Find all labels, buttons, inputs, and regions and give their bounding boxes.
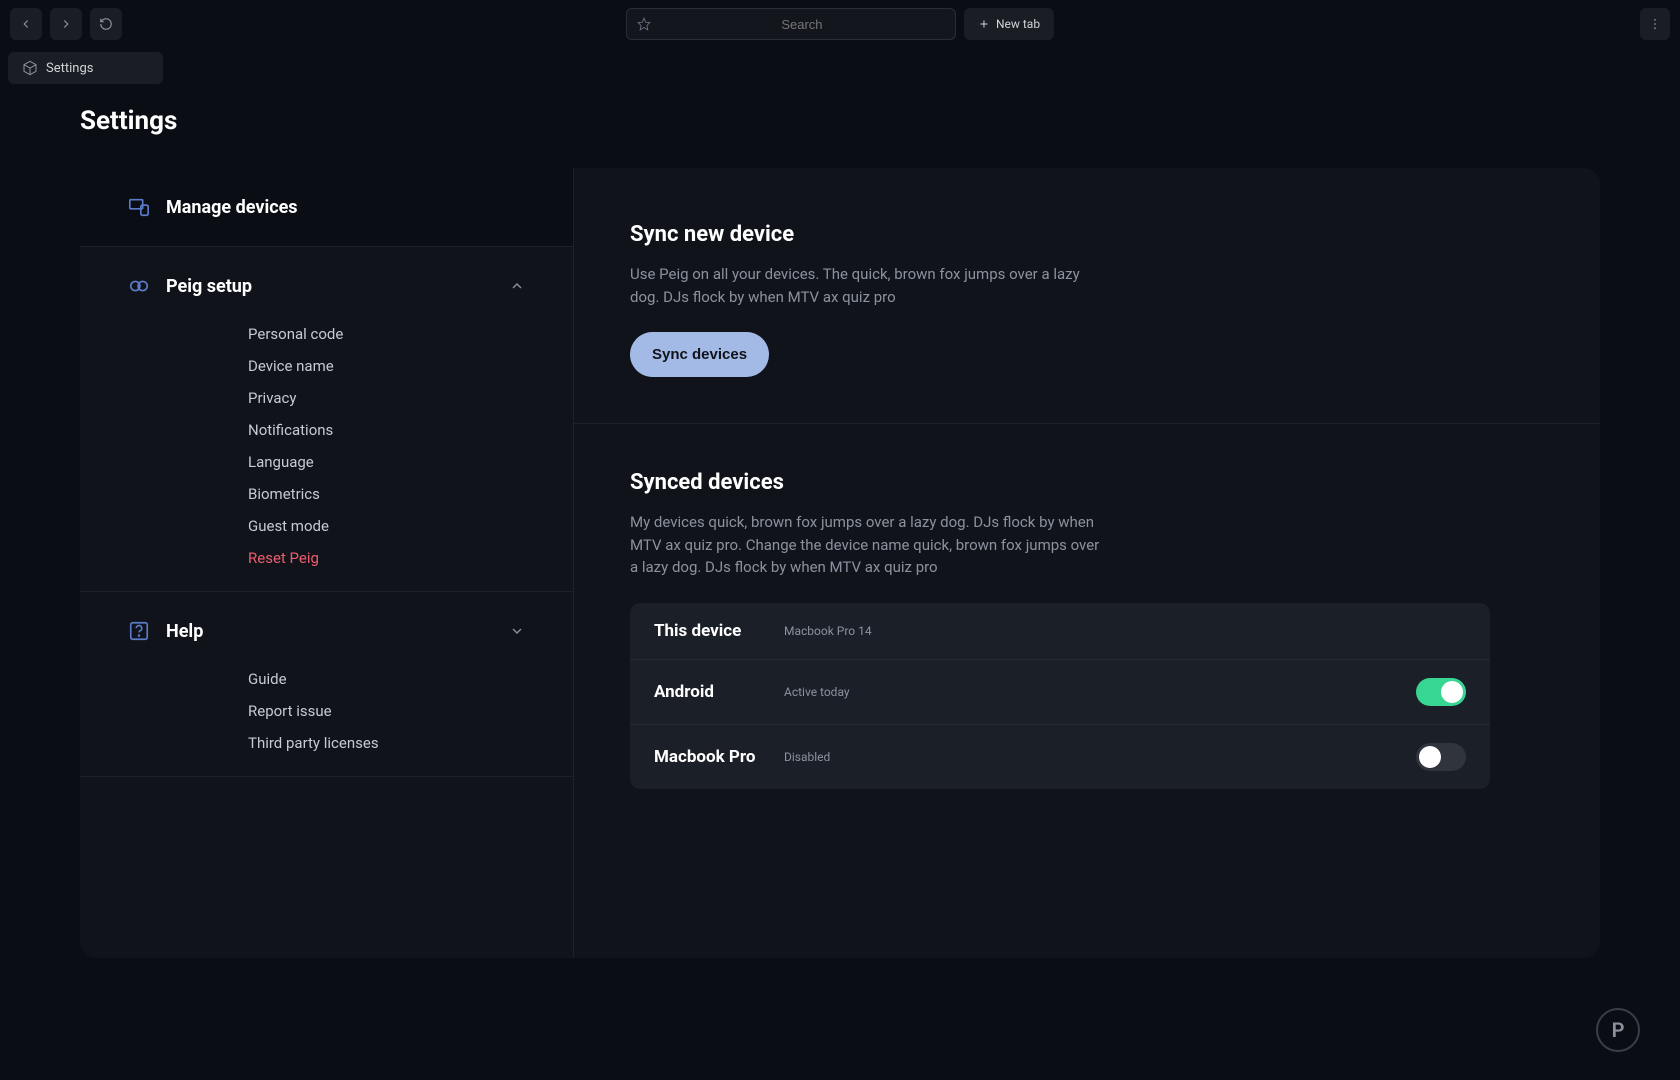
more-vertical-icon (1648, 17, 1662, 31)
sidebar-item-peig-setup[interactable]: Peig setup (80, 247, 573, 325)
device-toggle-macbook[interactable] (1416, 743, 1466, 771)
device-row-this: This device Macbook Pro 14 (630, 603, 1490, 660)
help-icon (128, 620, 150, 642)
plus-icon (978, 18, 990, 30)
toggle-knob (1441, 681, 1463, 703)
fab-button[interactable]: P (1596, 1008, 1640, 1052)
device-name: Macbook Pro (654, 747, 784, 767)
chevron-right-icon (59, 17, 73, 31)
device-row-macbook-pro: Macbook Pro Disabled (630, 725, 1490, 789)
forward-button[interactable] (50, 8, 82, 40)
chevron-up-icon (509, 278, 525, 294)
page-title: Settings (80, 106, 1600, 136)
link-icon (128, 275, 150, 297)
sidebar-subitem-guide[interactable]: Guide (248, 670, 525, 688)
star-icon (637, 17, 651, 31)
sync-new-description: Use Peig on all your devices. The quick,… (630, 263, 1110, 308)
sidebar-subitem-notifications[interactable]: Notifications (248, 421, 525, 439)
search-input[interactable] (659, 17, 945, 32)
tab-settings[interactable]: Settings (8, 52, 163, 84)
toggle-knob (1419, 746, 1441, 768)
synced-devices-description: My devices quick, brown fox jumps over a… (630, 511, 1110, 579)
back-button[interactable] (10, 8, 42, 40)
sidebar-subitem-personal-code[interactable]: Personal code (248, 325, 525, 343)
chevron-down-icon (509, 623, 525, 639)
device-name: Android (654, 682, 784, 702)
sidebar-item-label: Peig setup (166, 276, 493, 297)
device-list: This device Macbook Pro 14 Android Activ… (630, 603, 1490, 789)
reload-button[interactable] (90, 8, 122, 40)
sidebar-subitem-language[interactable]: Language (248, 453, 525, 471)
search-box[interactable] (626, 8, 956, 40)
synced-devices-title: Synced devices (630, 470, 1524, 495)
sidebar-subitem-device-name[interactable]: Device name (248, 357, 525, 375)
devices-icon (128, 196, 150, 218)
sidebar-item-label: Manage devices (166, 197, 525, 218)
device-name: This device (654, 621, 784, 641)
sidebar-subitem-reset-peig[interactable]: Reset Peig (248, 549, 525, 567)
more-button[interactable] (1640, 8, 1670, 40)
tab-label: Settings (46, 61, 93, 76)
new-tab-button[interactable]: New tab (964, 8, 1054, 40)
sidebar-item-manage-devices[interactable]: Manage devices (80, 168, 573, 246)
box-icon (22, 60, 38, 76)
device-meta: Disabled (784, 750, 830, 764)
chevron-left-icon (19, 17, 33, 31)
sidebar-subitem-privacy[interactable]: Privacy (248, 389, 525, 407)
sync-new-title: Sync new device (630, 222, 1524, 247)
device-toggle-android[interactable] (1416, 678, 1466, 706)
sidebar-item-help[interactable]: Help (80, 592, 573, 670)
sidebar-item-label: Help (166, 621, 493, 642)
divider (574, 423, 1600, 424)
new-tab-label: New tab (996, 17, 1040, 31)
sidebar-subitem-report-issue[interactable]: Report issue (248, 702, 525, 720)
sidebar-subitem-licenses[interactable]: Third party licenses (248, 734, 525, 752)
device-meta: Active today (784, 685, 850, 699)
sync-devices-button[interactable]: Sync devices (630, 332, 769, 377)
sidebar-subitem-biometrics[interactable]: Biometrics (248, 485, 525, 503)
reload-icon (99, 17, 113, 31)
device-meta: Macbook Pro 14 (784, 624, 872, 638)
sidebar-subitem-guest-mode[interactable]: Guest mode (248, 517, 525, 535)
device-row-android: Android Active today (630, 660, 1490, 725)
fab-glyph: P (1612, 1018, 1625, 1042)
